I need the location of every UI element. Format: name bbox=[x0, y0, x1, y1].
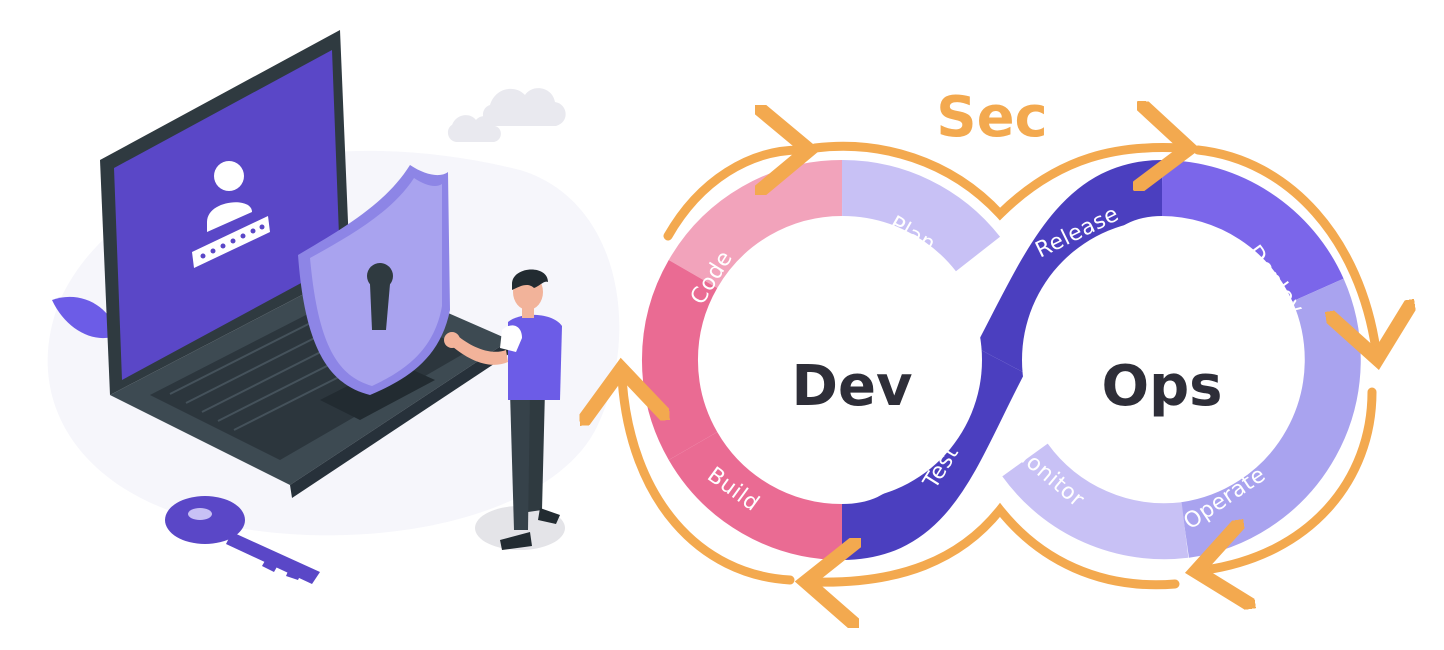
cloud-icon bbox=[447, 88, 566, 142]
ops-label: Ops bbox=[1101, 354, 1222, 419]
sec-title: Sec bbox=[936, 85, 1048, 150]
dev-label: Dev bbox=[792, 354, 913, 419]
segment-build bbox=[642, 260, 718, 460]
devsecops-illustration: Plan Code Build Test Release Deploy Oper… bbox=[47, 30, 1444, 650]
